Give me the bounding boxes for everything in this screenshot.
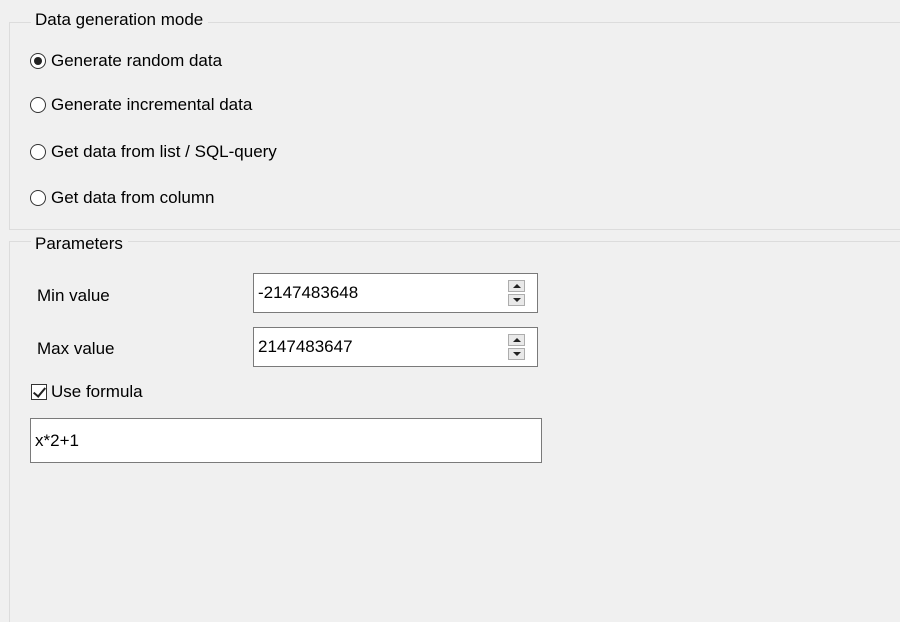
- max-value-spin-buttons: [508, 334, 525, 360]
- use-formula-checkbox-row[interactable]: Use formula: [31, 381, 143, 403]
- use-formula-label: Use formula: [51, 382, 143, 401]
- spin-down-icon[interactable]: [508, 294, 525, 306]
- spin-down-icon[interactable]: [508, 348, 525, 360]
- max-value-spinner[interactable]: [253, 327, 538, 367]
- radio-generate-incremental[interactable]: Generate incremental data: [30, 94, 252, 116]
- radio-unchecked-icon[interactable]: [30, 190, 46, 206]
- min-value-label: Min value: [37, 286, 110, 305]
- min-value-input[interactable]: [254, 274, 494, 312]
- radio-get-from-list[interactable]: Get data from list / SQL-query: [30, 141, 277, 163]
- checkbox-checked-icon[interactable]: [31, 384, 47, 400]
- radio-generate-random[interactable]: Generate random data: [30, 50, 222, 72]
- radio-label: Generate incremental data: [51, 95, 253, 114]
- min-value-spin-buttons: [508, 280, 525, 306]
- radio-label: Get data from column: [51, 188, 215, 207]
- max-value-input[interactable]: [254, 328, 494, 366]
- radio-unchecked-icon[interactable]: [30, 144, 46, 160]
- radio-label: Generate random data: [51, 51, 223, 70]
- formula-input[interactable]: [30, 418, 542, 463]
- data-generation-panel: Data generation mode Generate random dat…: [0, 0, 900, 622]
- data-generation-mode-title: Data generation mode: [31, 10, 209, 30]
- spin-up-icon[interactable]: [508, 334, 525, 346]
- max-value-label: Max value: [37, 339, 115, 358]
- spin-up-icon[interactable]: [508, 280, 525, 292]
- parameters-title: Parameters: [31, 234, 128, 254]
- radio-unchecked-icon[interactable]: [30, 97, 46, 113]
- min-value-spinner[interactable]: [253, 273, 538, 313]
- radio-get-from-column[interactable]: Get data from column: [30, 187, 214, 209]
- radio-checked-icon[interactable]: [30, 53, 46, 69]
- radio-label: Get data from list / SQL-query: [51, 142, 277, 161]
